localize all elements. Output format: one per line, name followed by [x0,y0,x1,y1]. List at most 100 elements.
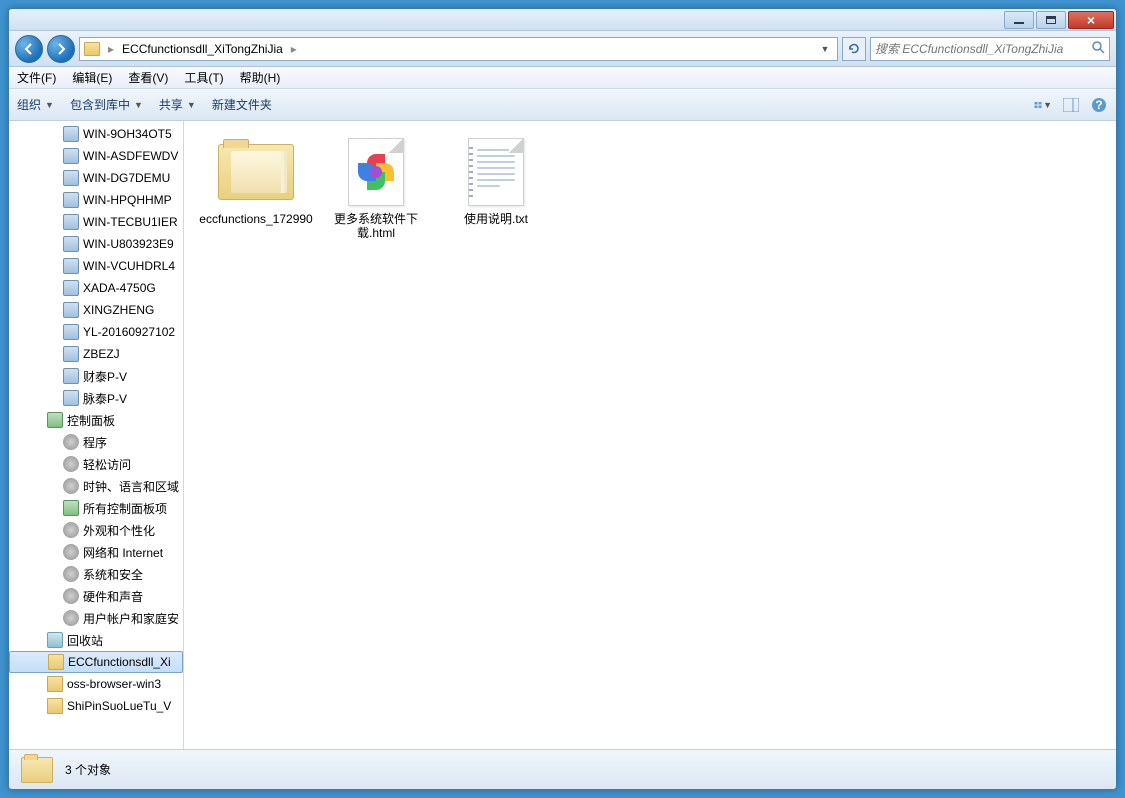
address-bar: ▸ ECCfunctionsdll_XiTongZhiJia ▸ ▼ [9,31,1116,67]
tree-item[interactable]: 外观和个性化 [9,519,183,541]
tree-item-label: ZBEZJ [83,347,120,361]
organize-button[interactable]: 组织 ▼ [17,96,54,113]
close-button[interactable]: × [1068,11,1114,29]
tree-item[interactable]: 系统和安全 [9,563,183,585]
new-folder-button[interactable]: 新建文件夹 [212,96,272,113]
tree-item[interactable]: 用户帐户和家庭安 [9,607,183,629]
file-item[interactable]: eccfunctions_172990 [196,133,316,253]
arrow-left-icon [22,42,36,56]
tree-item[interactable]: oss-browser-win3 [9,673,183,695]
tree-item[interactable]: 程序 [9,431,183,453]
navigation-pane[interactable]: WIN-9OH34OT5 WIN-ASDFEWDV WIN-DG7DEMUWIN-H… [9,121,184,749]
gear-icon [63,478,79,494]
computer-icon [63,368,79,384]
search-box[interactable] [870,37,1110,61]
tree-item-label: WIN-ASDFEWDV [83,149,178,163]
tree-item[interactable]: WIN-DG7DEMU [9,167,183,189]
breadcrumb-separator-icon: ▸ [104,42,118,56]
tree-item[interactable]: YL-20160927102 [9,321,183,343]
menu-file[interactable]: 文件(F) [17,69,56,86]
file-item[interactable]: 使用说明.txt [436,133,556,253]
tree-item[interactable]: ZBEZJ [9,343,183,365]
folder-icon [48,654,64,670]
computer-icon [63,346,79,362]
computer-icon [63,192,79,208]
computer-icon [63,302,79,318]
computer-icon [63,170,79,186]
tree-item[interactable]: XINGZHENG [9,299,183,321]
tree-item[interactable]: 所有控制面板项 [9,497,183,519]
tree-item[interactable]: WIN-TECBU1IER [9,211,183,233]
minimize-button[interactable] [1004,11,1034,29]
computer-icon [63,214,79,230]
tree-item-label: 回收站 [67,632,103,649]
preview-pane-button[interactable] [1062,96,1080,114]
search-icon[interactable] [1091,40,1105,57]
view-icon [1034,97,1043,113]
refresh-button[interactable] [842,37,866,61]
gear-icon [63,456,79,472]
tree-item[interactable]: WIN-HPQHHMP [9,189,183,211]
arrow-right-icon [54,42,68,56]
tree-item-label: oss-browser-win3 [67,677,161,691]
include-in-library-button[interactable]: 包含到库中 ▼ [70,96,143,113]
share-button[interactable]: 共享 ▼ [159,96,196,113]
breadcrumb-item[interactable]: ECCfunctionsdll_XiTongZhiJia [122,42,283,56]
tree-item-label: ShiPinSuoLueTu_V [67,699,171,713]
help-button[interactable]: ? [1090,96,1108,114]
computer-icon [63,148,79,164]
tree-item[interactable]: 脉泰P-V [9,387,183,409]
computer-icon [63,236,79,252]
tree-item-label: 程序 [83,434,107,451]
tree-item[interactable]: 轻松访问 [9,453,183,475]
tree-item[interactable]: 控制面板 [9,409,183,431]
file-item[interactable]: 更多系统软件下载.html [316,133,436,253]
html-file-icon [336,138,416,206]
folder-icon [21,757,53,783]
menu-help[interactable]: 帮助(H) [240,69,281,86]
tree-item-label: 财泰P-V [83,368,127,385]
tree-item-label: WIN-VCUHDRL4 [83,259,175,273]
tree-item[interactable]: 回收站 [9,629,183,651]
gear-icon [63,566,79,582]
tree-item[interactable]: WIN-U803923E9 [9,233,183,255]
tree-item-label: 控制面板 [67,412,115,429]
menu-edit[interactable]: 编辑(E) [72,69,112,86]
tree-item[interactable]: 时钟、语言和区域 [9,475,183,497]
tree-item[interactable]: ShiPinSuoLueTu_V [9,695,183,717]
gear-icon [63,434,79,450]
maximize-button[interactable] [1036,11,1066,29]
tree-item-label: 轻松访问 [83,456,131,473]
tree-item[interactable]: WIN-9OH34OT5 [9,123,183,145]
file-label: eccfunctions_172990 [199,212,312,226]
tree-item-label: XINGZHENG [83,303,154,317]
tree-item[interactable]: 财泰P-V [9,365,183,387]
back-button[interactable] [15,35,43,63]
menu-tools[interactable]: 工具(T) [184,69,223,86]
tree-item-label: ECCfunctionsdll_Xi [68,655,171,669]
tree-item-label: 系统和安全 [83,566,143,583]
tree-item[interactable]: XADA-4750G [9,277,183,299]
breadcrumb-dropdown[interactable]: ▼ [817,38,833,60]
refresh-icon [847,42,861,56]
breadcrumb[interactable]: ▸ ECCfunctionsdll_XiTongZhiJia ▸ ▼ [79,37,838,61]
tree-item[interactable]: 网络和 Internet [9,541,183,563]
tree-item[interactable]: WIN-VCUHDRL4 [9,255,183,277]
tree-item-label: XADA-4750G [83,281,156,295]
forward-button[interactable] [47,35,75,63]
explorer-window: × ▸ ECCfunctionsdll_XiTongZhiJia ▸ ▼ 文件(… [8,8,1117,790]
file-list[interactable]: eccfunctions_172990 更多系统软件下载.html使用说明.txt [184,121,1116,749]
tree-item-label: 硬件和声音 [83,588,143,605]
computer-icon [63,258,79,274]
help-icon: ? [1091,97,1107,113]
tree-item[interactable]: WIN-ASDFEWDV [9,145,183,167]
menu-view[interactable]: 查看(V) [128,69,168,86]
gear-icon [63,522,79,538]
search-input[interactable] [875,42,1091,56]
computer-icon [63,280,79,296]
tree-item[interactable]: ECCfunctionsdll_Xi [9,651,183,673]
tree-item-label: WIN-9OH34OT5 [83,127,172,141]
tree-item-label: 外观和个性化 [83,522,155,539]
view-options-button[interactable]: ▼ [1034,96,1052,114]
tree-item[interactable]: 硬件和声音 [9,585,183,607]
